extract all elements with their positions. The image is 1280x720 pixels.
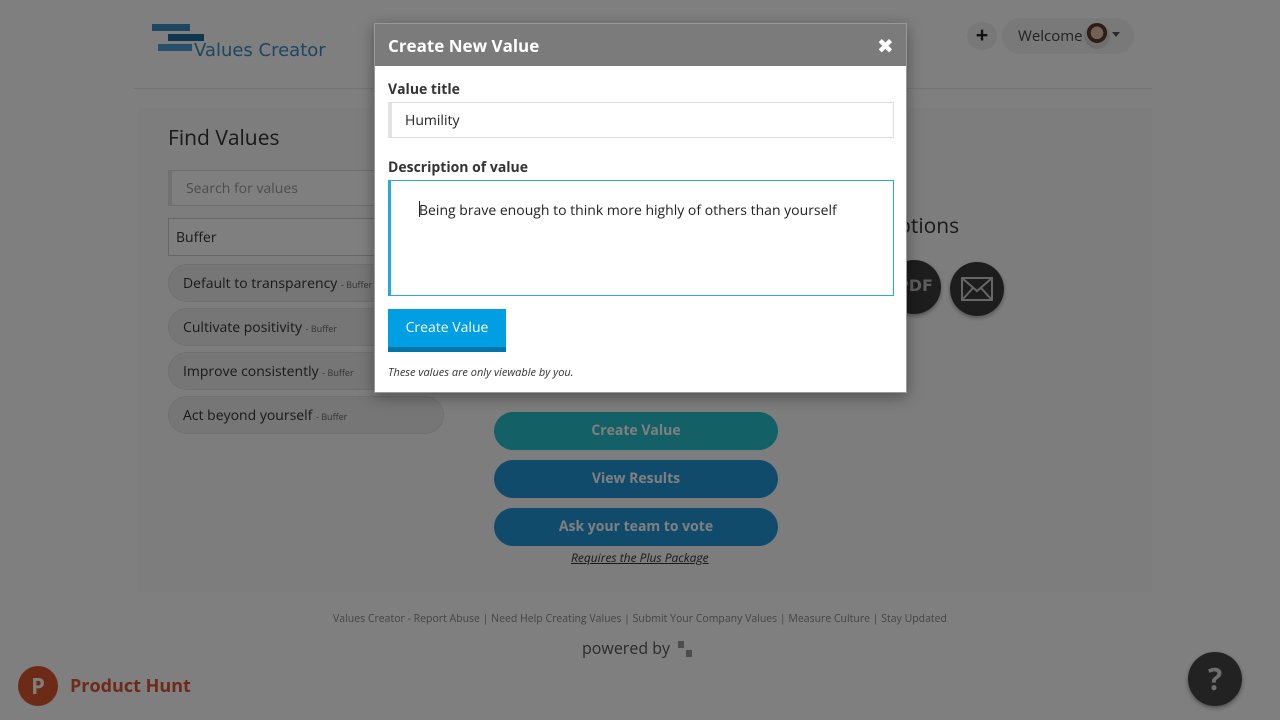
modal-create-value-button[interactable]: Create Value bbox=[388, 309, 506, 352]
value-title-input[interactable]: Humility bbox=[388, 102, 894, 138]
modal-title: Create New Value bbox=[388, 34, 540, 57]
close-icon[interactable]: ✖ bbox=[877, 32, 894, 59]
description-text: Being brave enough to think more highly … bbox=[419, 201, 837, 220]
description-label: Description of value bbox=[388, 158, 529, 177]
privacy-note: These values are only viewable by you. bbox=[388, 365, 574, 380]
modal-header: Create New Value ✖ bbox=[375, 24, 906, 66]
value-title-label: Value title bbox=[388, 80, 460, 99]
create-value-modal: Create New Value ✖ Value title Humility … bbox=[374, 23, 907, 393]
value-title-text: Humility bbox=[405, 111, 460, 130]
description-textarea[interactable]: Being brave enough to think more highly … bbox=[388, 180, 894, 296]
text-cursor bbox=[419, 201, 420, 217]
